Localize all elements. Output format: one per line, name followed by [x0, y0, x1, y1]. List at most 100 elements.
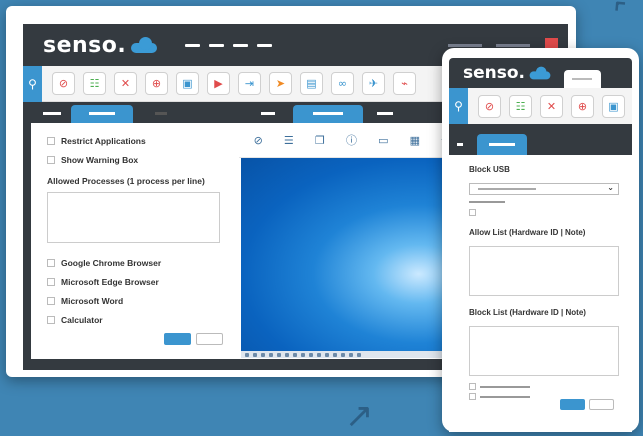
video-icon[interactable]: ▶ — [207, 72, 230, 95]
option-label — [480, 385, 530, 388]
monitor-icon[interactable]: ▭ — [378, 134, 388, 147]
screen-view-panel: ⊘☰❐ⓘ▭▦⌖ — [239, 105, 462, 359]
image-icon[interactable]: ▣ — [602, 94, 625, 118]
link-icon[interactable]: ∞ — [331, 72, 354, 95]
option-label — [480, 395, 530, 398]
qr-icon[interactable]: ▦ — [410, 134, 420, 147]
option-show-warning-box[interactable]: Show Warning Box — [47, 150, 239, 169]
window-control[interactable] — [448, 44, 482, 47]
checkbox[interactable] — [47, 155, 55, 164]
logo-text: senso. — [463, 63, 526, 83]
panel-tabs — [31, 105, 239, 123]
option-label: Google Chrome Browser — [61, 257, 162, 268]
restrict-apps-panel: Restrict Applications Show Warning Box A… — [31, 105, 239, 359]
cloud-icon — [129, 37, 159, 53]
search-icon: ⚲ — [454, 99, 463, 113]
option-restrict-applications[interactable]: Restrict Applications — [47, 131, 239, 150]
copy-icon[interactable]: ❐ — [315, 134, 325, 147]
senso-logo: senso. — [43, 33, 159, 58]
tab-inactive[interactable] — [377, 112, 393, 115]
cancel-button[interactable] — [196, 333, 223, 345]
tab-active[interactable] — [293, 105, 363, 123]
cloud-icon — [528, 66, 552, 80]
mobile-toolbar: ⚲ ⊘ ☷ ✕ ⊕ ▣ — [449, 88, 632, 124]
mobile-top-tab[interactable] — [564, 70, 601, 88]
file-icon[interactable]: ▤ — [300, 72, 323, 95]
block-icon[interactable]: ⊘ — [254, 134, 263, 147]
windows-taskbar — [241, 351, 450, 358]
panel-tabs — [239, 105, 462, 123]
option-calculator[interactable]: Calculator — [47, 310, 239, 329]
checkbox[interactable] — [47, 136, 55, 145]
senso-logo: senso. — [463, 63, 555, 83]
nav-item[interactable] — [257, 43, 273, 47]
option-label: Show Warning Box — [61, 154, 139, 165]
remote-desktop-screen[interactable] — [241, 158, 450, 358]
nav-item[interactable] — [233, 43, 249, 47]
option-microsoft-word[interactable]: Microsoft Word — [47, 291, 239, 310]
mute-icon[interactable]: ✕ — [540, 94, 563, 118]
option-microsoft-edge[interactable]: Microsoft Edge Browser — [47, 272, 239, 291]
allow-list-textarea[interactable] — [469, 246, 619, 296]
checkbox[interactable] — [469, 393, 476, 400]
window-control[interactable] — [496, 44, 530, 47]
panel-actions — [164, 333, 223, 345]
globe-icon[interactable]: ⊕ — [145, 72, 168, 95]
block-list-label: Block List (Hardware ID | Note) — [469, 308, 586, 317]
mute-icon[interactable]: ✕ — [114, 72, 137, 95]
save-button[interactable] — [164, 333, 191, 345]
option-label: Calculator — [61, 314, 103, 325]
checkbox[interactable] — [469, 209, 476, 216]
tab-inactive[interactable] — [457, 143, 463, 146]
checklist-icon[interactable]: ☷ — [509, 94, 532, 118]
block-list-textarea[interactable] — [469, 326, 619, 376]
usb-settings-form: Block USB ⌄ Allow List (Hardware ID | No… — [449, 155, 632, 432]
allowed-processes-label: Allowed Processes (1 process per line) — [47, 176, 205, 186]
cancel-button[interactable] — [589, 399, 614, 410]
nav-item[interactable] — [185, 43, 201, 47]
block-usb-label: Block USB — [469, 165, 510, 174]
arrow-decoration-icon: ⌃ — [603, 0, 643, 33]
save-button[interactable] — [560, 399, 585, 410]
login-icon[interactable]: ⇥ — [238, 72, 261, 95]
chevron-down-icon: ⌄ — [607, 183, 614, 192]
checkbox[interactable] — [47, 315, 55, 324]
logo-text: senso. — [43, 32, 127, 58]
search-icon: ⚲ — [28, 76, 37, 91]
mobile-panel-tabs — [449, 134, 632, 155]
block-usb-select[interactable]: ⌄ — [469, 183, 619, 195]
senso-mobile-app: senso. ⚲ ⊘ ☷ ✕ ⊕ ▣ Block USB ⌄ Allow List (H… — [449, 58, 632, 432]
checkbox[interactable] — [47, 296, 55, 305]
tab-active[interactable] — [71, 105, 133, 123]
mobile-device-frame: senso. ⚲ ⊘ ☷ ✕ ⊕ ▣ Block USB ⌄ Allow List (H… — [442, 48, 639, 432]
tab-inactive[interactable] — [43, 112, 61, 115]
option-row[interactable] — [469, 383, 632, 390]
allow-list-label: Allow List (Hardware ID | Note) — [469, 228, 586, 237]
block-icon[interactable]: ⊘ — [478, 94, 501, 118]
search-button[interactable]: ⚲ — [23, 65, 42, 102]
allowed-processes-textarea[interactable] — [47, 192, 220, 243]
info-icon[interactable]: ⓘ — [346, 132, 357, 148]
send-icon[interactable]: ➤ — [269, 72, 292, 95]
search-button[interactable]: ⚲ — [449, 88, 468, 124]
tab-inactive[interactable] — [261, 112, 275, 115]
mobile-header: senso. — [449, 58, 632, 88]
toolbar-icon-group: ⊘ ☷ ✕ ⊕ ▣ ▶ ⇥ ➤ ▤ ∞ ✈ ⌁ — [52, 72, 416, 95]
rocket-icon[interactable]: ✈ — [362, 72, 385, 95]
nav-item[interactable] — [209, 43, 225, 47]
arrow-decoration-icon: ↗ — [345, 396, 374, 436]
globe-icon[interactable]: ⊕ — [571, 94, 594, 118]
screen-toolbar: ⊘☰❐ⓘ▭▦⌖ — [239, 123, 462, 158]
block-icon[interactable]: ⊘ — [52, 72, 75, 95]
checklist-icon[interactable]: ☷ — [83, 72, 106, 95]
helper-text — [469, 201, 505, 203]
tab-active[interactable] — [477, 134, 527, 155]
checkbox[interactable] — [47, 277, 55, 286]
option-google-chrome[interactable]: Google Chrome Browser — [47, 253, 239, 272]
checkbox[interactable] — [469, 383, 476, 390]
usb-icon[interactable]: ⌁ — [393, 72, 416, 95]
tab-spacer — [155, 112, 167, 115]
tasks-icon[interactable]: ☰ — [284, 134, 294, 147]
image-icon[interactable]: ▣ — [176, 72, 199, 95]
checkbox[interactable] — [47, 258, 55, 267]
